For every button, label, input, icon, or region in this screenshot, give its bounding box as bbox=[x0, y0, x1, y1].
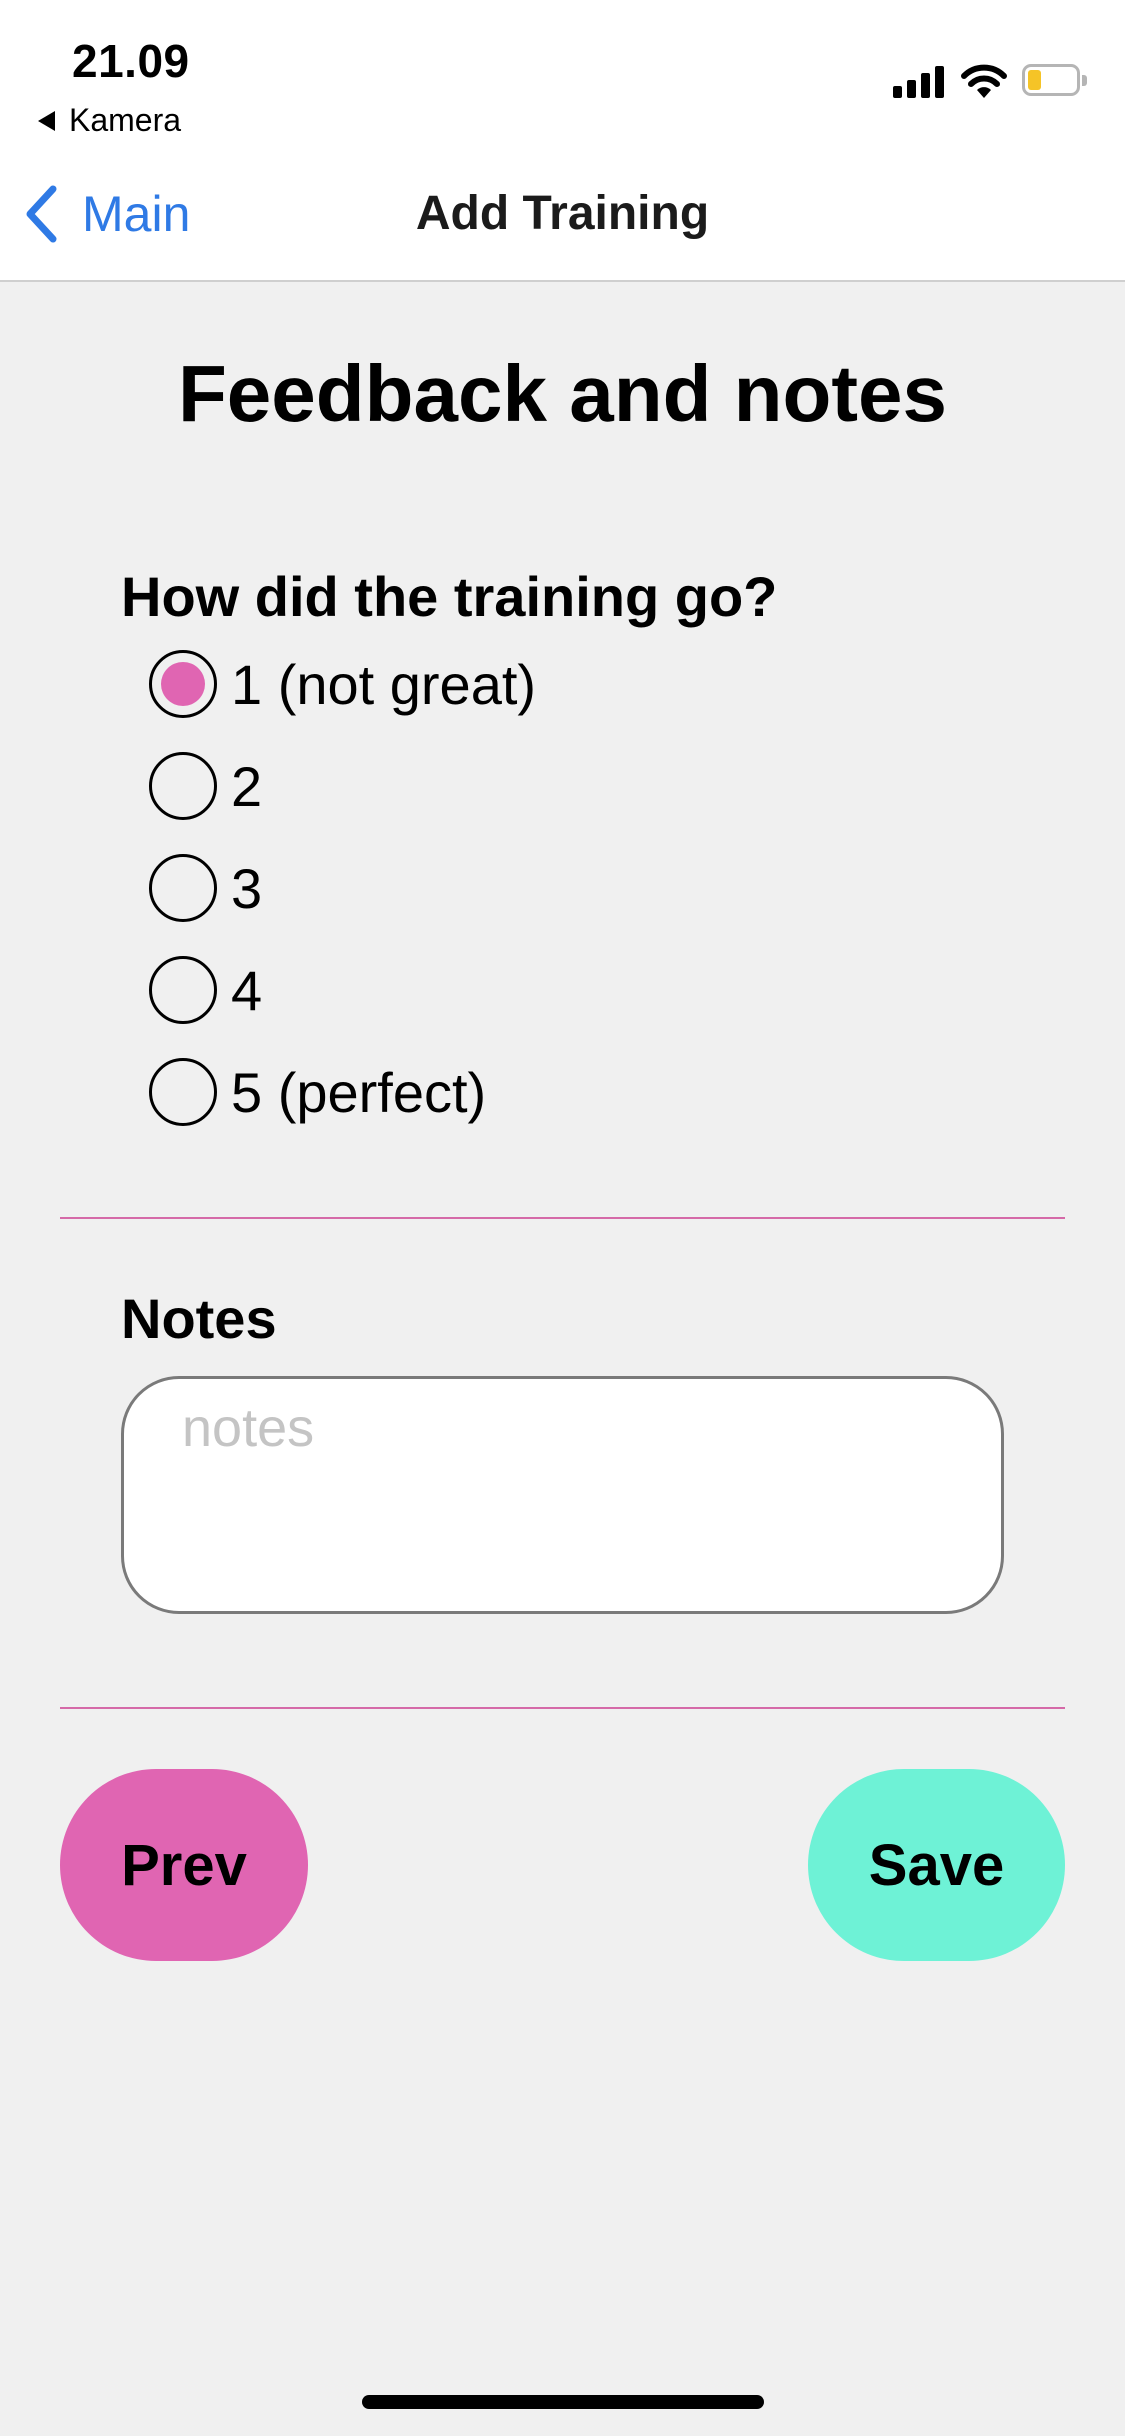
rating-option-4[interactable]: 4 bbox=[149, 954, 536, 1026]
radio-button[interactable] bbox=[149, 854, 217, 922]
back-to-app-link[interactable]: Kamera bbox=[38, 102, 181, 139]
chevron-left-icon bbox=[26, 185, 57, 243]
notes-input[interactable] bbox=[121, 1376, 1004, 1614]
radio-button[interactable] bbox=[149, 752, 217, 820]
battery-icon bbox=[1022, 64, 1087, 96]
save-button[interactable]: Save bbox=[808, 1769, 1065, 1961]
radio-button-selected[interactable] bbox=[149, 650, 217, 718]
section-divider bbox=[60, 1707, 1065, 1709]
home-indicator[interactable] bbox=[362, 2395, 764, 2409]
rating-question: How did the training go? bbox=[121, 565, 778, 628]
radio-label: 1 (not great) bbox=[231, 652, 537, 716]
notes-label: Notes bbox=[121, 1287, 277, 1350]
rating-option-1[interactable]: 1 (not great) bbox=[149, 648, 536, 720]
nav-back-label: Main bbox=[82, 186, 191, 242]
back-triangle-icon bbox=[38, 110, 55, 131]
status-bar: 21.09 Kamera bbox=[0, 0, 1125, 150]
rating-option-2[interactable]: 2 bbox=[149, 750, 536, 822]
rating-option-3[interactable]: 3 bbox=[149, 852, 536, 924]
prev-button[interactable]: Prev bbox=[60, 1769, 308, 1961]
rating-radio-group: 1 (not great) 2 3 4 5 (perfect) bbox=[149, 648, 536, 1158]
nav-back-button[interactable]: Main bbox=[24, 184, 190, 244]
status-time: 21.09 bbox=[72, 35, 190, 87]
radio-label: 2 bbox=[231, 754, 263, 818]
rating-option-5[interactable]: 5 (perfect) bbox=[149, 1056, 536, 1128]
radio-label: 4 bbox=[231, 958, 263, 1022]
cellular-signal-icon bbox=[893, 64, 947, 98]
navigation-bar: Add Training Main bbox=[0, 150, 1125, 282]
section-divider bbox=[60, 1217, 1065, 1219]
radio-label: 3 bbox=[231, 856, 263, 920]
radio-label: 5 (perfect) bbox=[231, 1060, 487, 1124]
radio-button[interactable] bbox=[149, 956, 217, 1024]
radio-button[interactable] bbox=[149, 1058, 217, 1126]
wifi-icon bbox=[961, 64, 1007, 98]
page-title: Feedback and notes bbox=[177, 349, 948, 438]
back-app-label: Kamera bbox=[69, 102, 182, 138]
